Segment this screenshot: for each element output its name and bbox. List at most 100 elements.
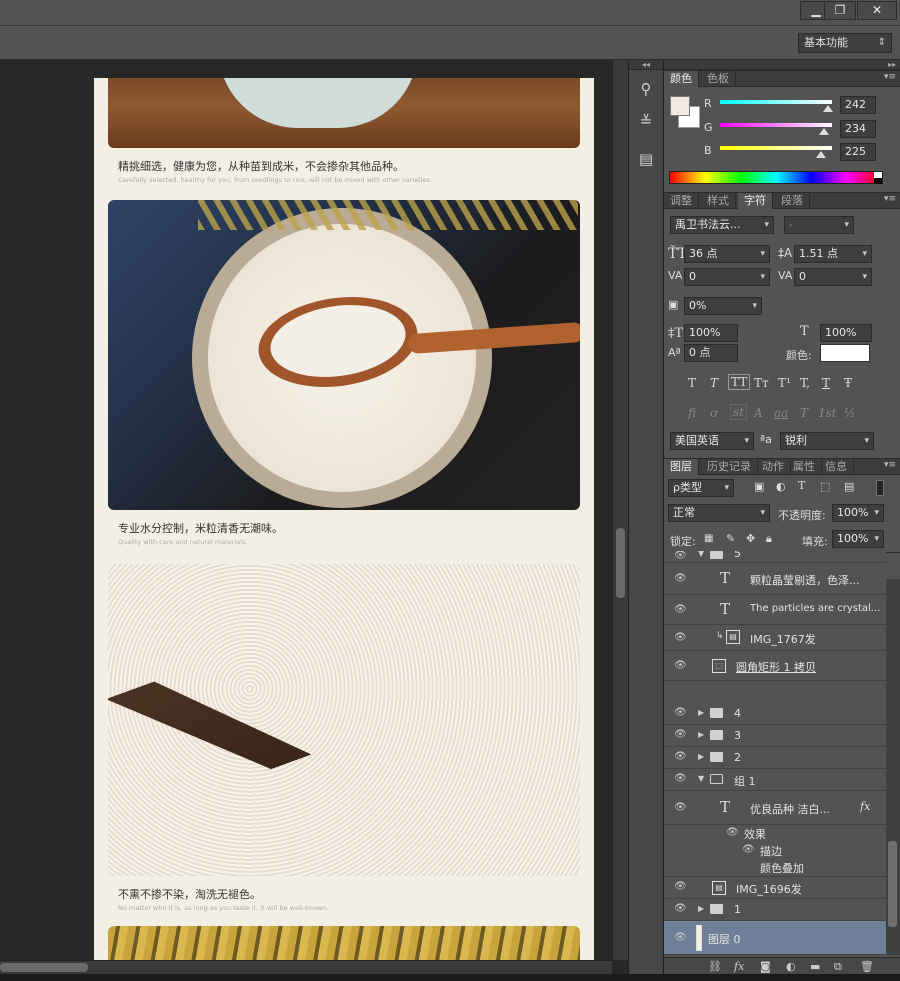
strikethrough-button[interactable]: Ŧ: [844, 376, 852, 390]
panel-menu-icon[interactable]: ▾≡: [884, 72, 896, 82]
subscript-button[interactable]: T,: [800, 376, 810, 390]
tab-paragraph[interactable]: 段落: [775, 193, 810, 209]
document-horizontal-scrollbar[interactable]: [0, 960, 612, 974]
text-color-swatch[interactable]: [820, 344, 870, 362]
brush-presets-icon[interactable]: ≚: [632, 108, 660, 134]
color-spectrum-bar[interactable]: [669, 171, 883, 184]
layers-scroll-thumb[interactable]: [888, 841, 897, 927]
new-group-icon[interactable]: ▬: [810, 960, 820, 973]
restore-button[interactable]: ❐: [824, 1, 856, 20]
layer-row-text[interactable]: 👁︎ T 颗粒晶莹剔透，色泽...: [664, 563, 886, 595]
baseline-shift-field[interactable]: 0 点: [684, 344, 738, 362]
panel-menu-icon[interactable]: ▾≡: [884, 194, 896, 204]
layers-scrollbar[interactable]: [886, 579, 900, 955]
vertical-scroll-thumb[interactable]: [616, 528, 625, 598]
document-vertical-scrollbar[interactable]: [612, 60, 628, 960]
blue-slider[interactable]: [720, 146, 832, 150]
visibility-eye-icon[interactable]: 👁︎: [674, 729, 687, 741]
green-slider[interactable]: [720, 123, 832, 127]
font-family-select[interactable]: 禹卫书法云...: [670, 216, 774, 234]
tab-adjustments[interactable]: 调整: [664, 193, 699, 209]
blue-value-field[interactable]: 225: [840, 143, 876, 161]
superscript-button[interactable]: T¹: [778, 376, 791, 390]
add-style-icon[interactable]: fx: [734, 960, 744, 973]
underline-button[interactable]: T: [822, 376, 830, 390]
visibility-eye-icon[interactable]: 👁︎: [674, 932, 687, 944]
layer-row-text-fx[interactable]: 👁︎ T 优良品种 洁白... fx: [664, 791, 886, 825]
fractions-button[interactable]: ½: [844, 406, 856, 420]
panel-menu-icon[interactable]: ▾≡: [884, 460, 896, 470]
color-overlay-effect-label[interactable]: 颜色叠加: [760, 860, 804, 876]
collapse-triangle-icon[interactable]: ▶: [698, 730, 704, 739]
small-caps-button[interactable]: Tт: [754, 376, 769, 390]
horizontal-scroll-thumb[interactable]: [0, 963, 88, 972]
visibility-eye-icon[interactable]: 👁︎: [742, 844, 755, 856]
tab-layers[interactable]: 图层: [664, 459, 699, 475]
filter-toggle[interactable]: [876, 480, 884, 496]
tab-swatches[interactable]: 色板: [701, 71, 736, 87]
font-style-select[interactable]: -: [784, 216, 854, 234]
foreground-color-swatch[interactable]: [670, 96, 690, 116]
ordinals-button[interactable]: 1st: [818, 406, 837, 420]
document-area[interactable]: 精挑细选，健康为您，从种苗到成米，不会掺杂其他品种。 Carefully sel…: [0, 60, 612, 960]
filter-shape-icon[interactable]: ⬚: [820, 480, 830, 493]
layer-row-group-2[interactable]: 👁︎ ▶ 2: [664, 747, 886, 769]
collapse-triangle-icon[interactable]: ▶: [698, 708, 704, 717]
visibility-eye-icon[interactable]: 👁︎: [674, 751, 687, 763]
faux-italic-button[interactable]: T: [710, 376, 718, 390]
new-adjustment-icon[interactable]: ◐: [786, 960, 796, 973]
collapse-arrows-icon[interactable]: ◂◂: [629, 60, 663, 70]
all-caps-button[interactable]: TT: [728, 374, 751, 390]
horizontal-scale-field[interactable]: 100%: [820, 324, 872, 342]
layer-row-smart-object[interactable]: 👁︎ ▤ IMG_1696发: [664, 877, 886, 899]
visibility-eye-icon[interactable]: 👁︎: [674, 551, 687, 562]
blend-mode-select[interactable]: 正常: [668, 504, 770, 522]
expand-triangle-icon[interactable]: ▼: [698, 774, 704, 783]
panel-collapse-icon[interactable]: ▸▸: [664, 60, 900, 70]
layer-row-text[interactable]: 👁︎ T The particles are crystal...: [664, 595, 886, 625]
tab-properties[interactable]: 属性: [787, 459, 822, 475]
visibility-eye-icon[interactable]: 👁︎: [726, 827, 739, 839]
history-brush-icon[interactable]: ⚲: [632, 76, 660, 102]
stroke-effect-label[interactable]: 描边: [760, 843, 782, 859]
filter-adjustment-icon[interactable]: ◐: [776, 480, 786, 493]
language-select[interactable]: 美国英语: [670, 432, 754, 450]
tab-character[interactable]: 字符: [738, 193, 773, 209]
visibility-eye-icon[interactable]: 👁︎: [674, 604, 687, 616]
layer-row-selected[interactable]: 👁︎ 图层 0: [664, 921, 886, 955]
collapse-triangle-icon[interactable]: ▶: [698, 752, 704, 761]
red-slider-thumb[interactable]: [823, 105, 833, 112]
tab-history[interactable]: 历史记录: [701, 459, 758, 475]
old-style-button[interactable]: ơ: [710, 406, 717, 420]
tab-actions[interactable]: 动作: [756, 459, 791, 475]
green-slider-thumb[interactable]: [819, 128, 829, 135]
visibility-eye-icon[interactable]: 👁︎: [674, 773, 687, 785]
discretionary-ligatures-button[interactable]: st: [730, 404, 747, 420]
blue-slider-thumb[interactable]: [816, 151, 826, 158]
green-value-field[interactable]: 234: [840, 120, 876, 138]
visibility-eye-icon[interactable]: 👁︎: [674, 660, 687, 672]
visibility-eye-icon[interactable]: 👁︎: [674, 573, 687, 585]
layer-row-group-5[interactable]: 👁︎ ▼ 5: [664, 551, 886, 563]
visibility-eye-icon[interactable]: 👁︎: [674, 632, 687, 644]
font-size-field[interactable]: 36 点: [684, 245, 770, 263]
add-mask-icon[interactable]: ◙: [760, 960, 771, 973]
lock-all-icon[interactable]: 🔒︎: [766, 532, 772, 546]
delete-layer-icon[interactable]: 🗑︎: [860, 960, 874, 973]
new-layer-icon[interactable]: ⧉: [834, 960, 842, 974]
visibility-eye-icon[interactable]: 👁︎: [674, 903, 687, 915]
red-value-field[interactable]: 242: [840, 96, 876, 114]
layer-row-group-1[interactable]: 👁︎ ▼ 组 1: [664, 769, 886, 791]
expand-triangle-icon[interactable]: ▼: [698, 551, 704, 558]
layer-filter-select[interactable]: ρ类型: [668, 479, 734, 497]
tab-color[interactable]: 颜色: [664, 71, 699, 87]
fill-field[interactable]: 100%: [832, 530, 884, 548]
layer-row-group-3[interactable]: 👁︎ ▶ 3: [664, 725, 886, 747]
layer-row-group-1b[interactable]: 👁︎ ▶ 1: [664, 899, 886, 921]
layer-row-smart-object[interactable]: 👁︎ ↳ ▤ IMG_1767发: [664, 625, 886, 651]
layer-row-group-4[interactable]: 👁︎ ▶ 4: [664, 703, 886, 725]
vertical-scale-field[interactable]: 100%: [684, 324, 738, 342]
lock-position-icon[interactable]: ✥: [746, 532, 755, 545]
titling-alternates-button[interactable]: T: [800, 406, 808, 420]
layer-row-shape[interactable]: 👁︎ ⬚ 圆角矩形 1 拷贝: [664, 651, 886, 681]
